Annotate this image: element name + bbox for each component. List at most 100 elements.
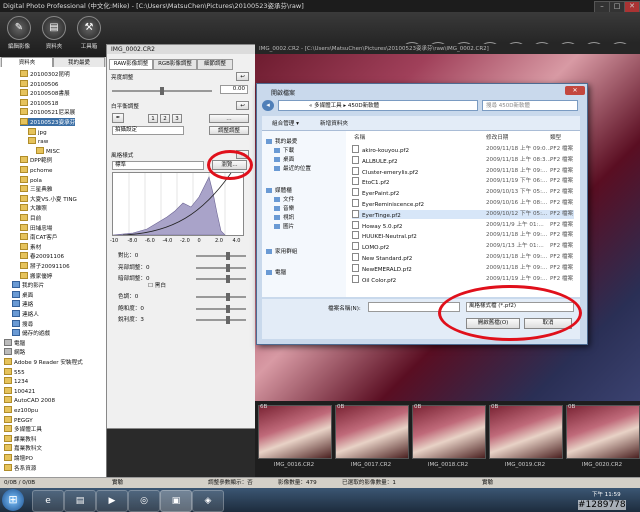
tree-item[interactable]: raw [28,137,48,145]
edit-image-tool[interactable]: ✎ 編輯影像 [2,16,36,50]
col-date-header[interactable]: 修改日期 [486,133,508,141]
tree-item[interactable]: 網路 [4,348,25,356]
wb-register-button[interactable]: … [209,114,249,123]
tree-item[interactable]: 大夏VS.小夏 TING [20,194,77,203]
tree-item[interactable]: 我的影片 [12,281,44,289]
nav-item[interactable]: 電腦 [266,268,286,276]
tree-item[interactable]: 搬家優婷 [20,271,52,280]
slider-knob[interactable] [226,264,230,272]
brightness-value[interactable]: 0.00 [220,85,248,94]
organize-button[interactable]: 組合管理 ▾ [272,119,299,127]
file-row[interactable]: EyerTinge.pf2 2009/10/12 下午 05:... PF2 檔案 [352,209,574,219]
tree-item[interactable]: 論壇PO [4,454,33,462]
monochrome-checkbox[interactable]: ☐ 黑白 [148,281,166,289]
nav-item[interactable]: 媒體櫃 [266,186,292,194]
tree-item[interactable]: AutoCAD 2008 [4,396,55,404]
tree-item[interactable]: 目前 [20,214,41,222]
reset-wb-button[interactable]: ↩ [236,101,249,110]
tree-item[interactable]: DPP範例 [20,156,52,164]
nav-item[interactable]: 音樂 [274,204,294,212]
taskbar-app-icon[interactable]: ◈ [192,490,224,512]
tree-item[interactable]: pchome [20,166,52,174]
thumbnail[interactable] [335,405,409,459]
taskbar-ie-icon[interactable]: e [32,490,64,512]
adjust-slider[interactable] [196,252,246,260]
tree-item[interactable]: 桌面 [12,290,33,299]
wb-slot-1[interactable]: 1 [148,114,158,123]
file-row[interactable]: EyerReminiscence.pf2 2009/10/16 上午 08:...… [352,199,574,208]
tree-item[interactable]: 南CAT客戶 [20,233,58,241]
tab-raw-adjust[interactable]: RAW影像調整 [109,59,153,70]
adjust-slider[interactable] [196,305,246,313]
file-row[interactable]: akiro-kouyou.pf2 2009/11/18 上午 09:0... PF2… [352,145,574,154]
tree-item[interactable]: 各系資源 [4,463,36,472]
col-type-header[interactable]: 類型 [550,133,561,141]
file-row[interactable]: ALLBULE.pf2 2009/11/18 上午 08:3... PF2 檔案 [352,155,574,165]
wb-preset-select[interactable]: 拍攝設定 [112,126,184,135]
tree-item[interactable]: 20100518 [20,98,58,107]
tree-item[interactable]: PEGGY [4,415,33,424]
slider-knob[interactable] [160,87,164,95]
tree-item[interactable]: MISC [36,146,60,155]
brightness-slider[interactable] [112,87,212,95]
tree-item[interactable]: 大雕照 [20,204,47,212]
tree-item[interactable]: 三星典雅 [20,185,52,193]
tree-item[interactable]: 555 [4,367,25,376]
taskbar-media-icon[interactable]: ▶ [96,490,128,512]
slider-knob[interactable] [226,293,230,301]
thumbnail[interactable] [412,405,486,459]
tree-item[interactable]: 多媒體工具 [4,425,42,433]
file-row[interactable]: HUUKEI-Neutral.pf2 2009/11/18 上午 09:... PF… [352,231,574,240]
tree-item[interactable]: 素材 [20,242,41,251]
adjust-slider[interactable] [196,316,246,324]
nav-item[interactable]: 最近的位置 [274,164,311,172]
file-row[interactable]: Cluster-emerylis.pf2 2009/11/18 上午 09:...… [352,166,574,176]
eyedropper-icon[interactable]: ✒ [112,113,124,123]
slider-knob[interactable] [226,252,230,260]
tree-item[interactable]: 20100302昆明 [20,70,70,78]
wb-slot-2[interactable]: 2 [160,114,170,123]
nav-item[interactable]: 下載 [274,146,294,154]
file-row[interactable]: New Standard.pf2 2009/11/18 上午 09:... PF2 … [352,253,574,262]
address-bar[interactable]: « 多媒體工具 ▸ 450D新軟體 [278,100,478,111]
nav-item[interactable]: 視訊 [274,213,294,221]
taskbar-dpp-icon[interactable]: ▣ [160,490,192,512]
adjust-slider[interactable] [196,293,246,301]
nav-item[interactable]: 桌面 [274,155,294,163]
thumbnail[interactable] [489,405,563,459]
file-row[interactable]: Oil Color.pf2 2009/11/19 上午 09:... PF2 檔案 [352,274,574,284]
adjust-slider[interactable] [196,275,246,283]
file-row[interactable]: Howay 5.0.pf2 2009/11/9 上午 01:... PF2 檔案 [352,220,574,230]
slider-knob[interactable] [226,316,230,324]
picture-style-select[interactable]: 標準 [112,161,204,170]
wb-slot-3[interactable]: 3 [172,114,182,123]
tree-item[interactable]: Adobe 9 Reader 安裝程式 [4,358,83,366]
start-button[interactable]: ⊞ [2,489,24,511]
dialog-close-button[interactable]: ✕ [565,86,585,95]
file-row[interactable]: LOMO.pf2 2009/1/13 上午 01:... PF2 檔案 [352,242,574,251]
new-folder-button[interactable]: 新增資料夾 [320,119,348,127]
tree-item[interactable]: 20100506 [20,79,58,88]
taskbar-explorer-icon[interactable]: ▤ [64,490,96,512]
tree-item[interactable]: 連絡 [12,300,33,308]
wb-adjust-button[interactable]: 調整調整 [209,126,249,135]
tab-detail-adjust[interactable]: 細節調整 [197,59,233,70]
tree-item[interactable]: 田埔忠場 [20,223,52,232]
tree-item[interactable]: 掰子20091106 [20,262,70,270]
tree-item[interactable]: ez100pu [4,406,38,414]
tree-item[interactable]: 1234 [4,377,28,385]
tab-rgb-adjust[interactable]: RGB影像調整 [153,59,197,70]
toolbox-tool[interactable]: ⚒ 工具箱 [72,16,106,50]
tree-item[interactable]: 連絡人 [12,310,39,318]
tree-item[interactable]: 嘉業教科文 [4,444,42,452]
tree-item[interactable]: 課業教科 [4,434,36,443]
slider-knob[interactable] [226,275,230,283]
reset-brightness-button[interactable]: ↩ [236,72,249,81]
file-row[interactable]: NewEMERALD.pf2 2009/11/18 上午 09:... PF2 檔案 [352,263,574,273]
file-row[interactable]: EyerPaint.pf2 2009/10/13 下午 05:... PF2 檔案 [352,188,574,197]
tree-item[interactable]: 電腦 [4,338,25,347]
nav-item[interactable]: 我的最愛 [266,137,297,145]
tree-item[interactable]: 春20091106 [20,252,64,260]
nav-item[interactable]: 文件 [274,195,294,203]
tree-item[interactable]: 100421 [4,386,35,395]
